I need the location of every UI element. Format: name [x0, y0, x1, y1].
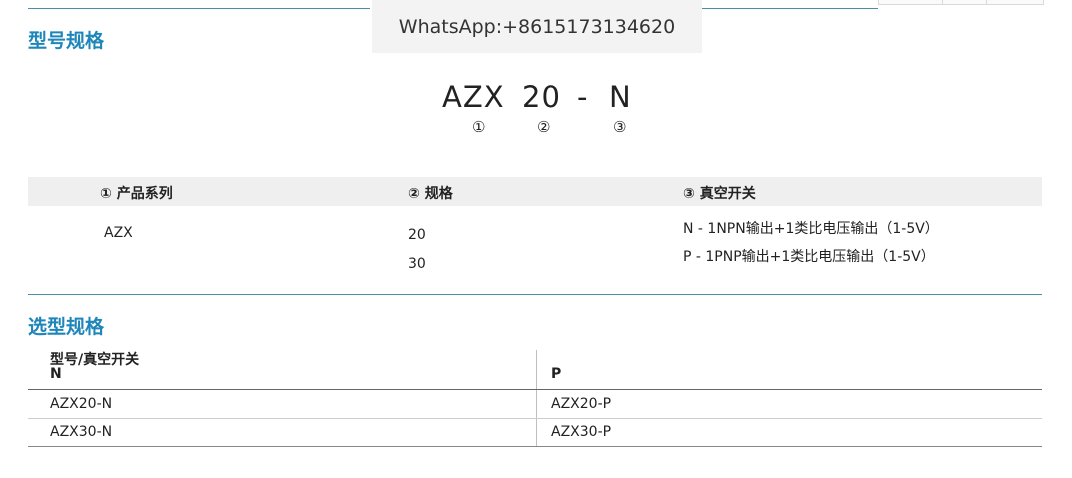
- spec-header-switch: ③ 真空开关: [683, 186, 756, 202]
- table-rule: [28, 389, 1042, 390]
- table-rule: [28, 418, 1042, 419]
- top-tab-stub: [986, 0, 1044, 5]
- table-cell: AZX30-P: [551, 424, 612, 440]
- selection-header-title: 型号/真空开关: [50, 352, 140, 368]
- spec-switch-option: N - 1NPN输出+1类比电压输出（1-5V）: [683, 221, 939, 237]
- table-cell: AZX20-N: [50, 396, 113, 412]
- spec-series-value: AZX: [104, 225, 133, 241]
- selection-header-n: N: [50, 366, 62, 382]
- section-title-selection: 选型规格: [28, 316, 105, 338]
- top-divider: [28, 8, 370, 9]
- top-tab-stub: [942, 0, 988, 5]
- spec-table-header: ① 产品系列 ② 规格 ③ 真空开关: [28, 177, 1042, 206]
- model-code-switch: N: [609, 80, 632, 114]
- spec-header-series: ① 产品系列: [100, 186, 173, 202]
- section-title-model-spec: 型号规格: [28, 30, 105, 52]
- spec-size-value: 20: [408, 227, 426, 243]
- table-cell: AZX30-N: [50, 424, 113, 440]
- model-code-series: AZX: [442, 80, 505, 114]
- model-code-marker: ③: [613, 118, 627, 136]
- spec-header-size: ② 规格: [408, 186, 453, 202]
- table-rule: [28, 446, 1042, 447]
- top-divider-right: [702, 8, 878, 9]
- table-cell: AZX20-P: [551, 396, 612, 412]
- model-code-marker: ②: [537, 118, 551, 136]
- model-code-dash: -: [577, 80, 589, 114]
- spec-size-value: 30: [408, 256, 426, 272]
- section-divider: [28, 294, 1042, 295]
- selection-header-p: P: [551, 366, 562, 382]
- whatsapp-watermark: WhatsApp:+8615173134620: [372, 0, 702, 53]
- model-code-marker: ①: [472, 118, 486, 136]
- top-tab-stub: [878, 0, 944, 5]
- model-code-size: 20: [522, 80, 561, 114]
- column-divider: [536, 350, 537, 446]
- spec-switch-option: P - 1PNP输出+1类比电压输出（1-5V）: [683, 249, 935, 265]
